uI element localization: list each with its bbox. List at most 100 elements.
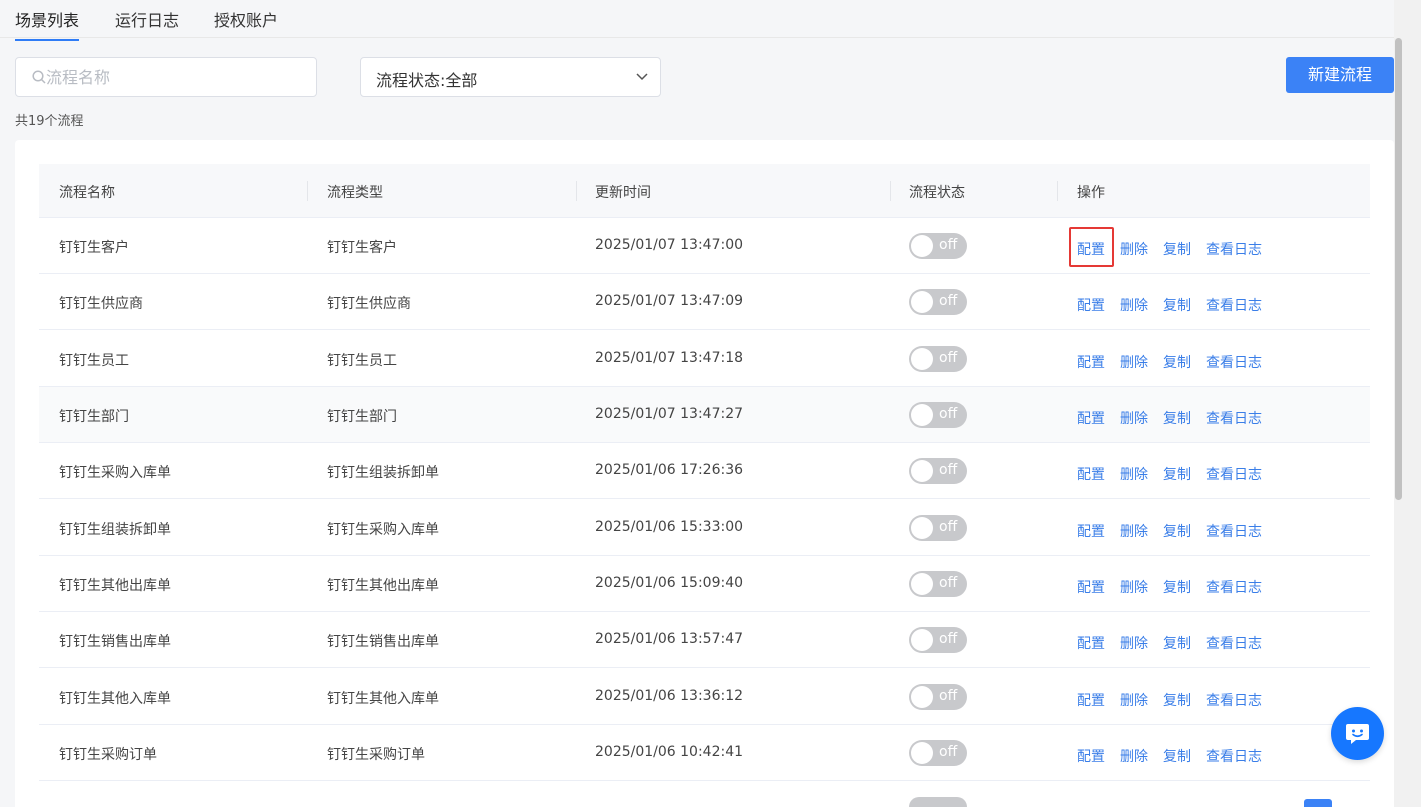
status-filter-label: 流程状态: bbox=[376, 71, 446, 90]
configure-link[interactable]: 配置 bbox=[1077, 577, 1105, 597]
cell-updated-time: 2025/01/06 15:09:40 bbox=[595, 575, 744, 591]
toggle-label: off bbox=[939, 519, 958, 535]
view-log-link[interactable]: 查看日志 bbox=[1206, 633, 1262, 653]
status-toggle[interactable]: off bbox=[909, 289, 967, 315]
tab-authorized-accounts[interactable]: 授权账户 bbox=[214, 7, 278, 39]
view-log-link[interactable]: 查看日志 bbox=[1206, 521, 1262, 541]
header-divider bbox=[890, 181, 891, 201]
table-row: 钉钉生其他入库单 钉钉生其他入库单 2025/01/06 13:36:12 off 配置… bbox=[39, 669, 1370, 725]
view-log-link[interactable]: 查看日志 bbox=[1206, 239, 1262, 259]
toggle-label: off bbox=[939, 293, 958, 309]
table-row: 钉钉生部门 钉钉生部门 2025/01/07 13:47:27 off 配置 删除 复制 查看… bbox=[39, 387, 1370, 443]
status-toggle[interactable]: off bbox=[909, 402, 967, 428]
view-log-link[interactable]: 查看日志 bbox=[1206, 577, 1262, 597]
chevron-down-icon bbox=[636, 73, 648, 81]
copy-link[interactable]: 复制 bbox=[1163, 577, 1191, 597]
cell-updated-time: 2025/01/06 13:36:12 bbox=[595, 688, 744, 704]
tab-run-log[interactable]: 运行日志 bbox=[115, 7, 179, 39]
toggle-knob bbox=[911, 573, 933, 595]
toggle-switch[interactable] bbox=[909, 797, 967, 807]
copy-link[interactable]: 复制 bbox=[1163, 464, 1191, 484]
status-toggle[interactable]: off bbox=[909, 740, 967, 766]
toggle-knob bbox=[911, 460, 933, 482]
tab-scene-list[interactable]: 场景列表 bbox=[15, 7, 80, 41]
table-row: 钉钉生采购入库单 钉钉生组装拆卸单 2025/01/06 17:26:36 off 配置… bbox=[39, 443, 1370, 499]
status-filter-value: 流程状态:全部 bbox=[376, 67, 477, 91]
cell-updated-time: 2025/01/06 10:42:41 bbox=[595, 744, 744, 760]
delete-link[interactable]: 删除 bbox=[1120, 352, 1148, 372]
configure-link[interactable]: 配置 bbox=[1077, 408, 1105, 428]
cell-flow-name: 钉钉生客户 bbox=[59, 240, 129, 256]
chat-support-button[interactable] bbox=[1331, 707, 1384, 760]
scrollbar-thumb[interactable] bbox=[1395, 38, 1402, 500]
cell-updated-time: 2025/01/06 13:57:47 bbox=[595, 631, 744, 647]
view-log-link[interactable]: 查看日志 bbox=[1206, 295, 1262, 315]
configure-link[interactable]: 配置 bbox=[1077, 633, 1105, 653]
copy-link[interactable]: 复制 bbox=[1163, 239, 1191, 259]
status-filter-select[interactable]: 流程状态:全部 bbox=[360, 57, 661, 97]
status-toggle[interactable]: off bbox=[909, 346, 967, 372]
toggle-label: off bbox=[939, 462, 958, 478]
delete-link[interactable]: 删除 bbox=[1120, 239, 1148, 259]
status-toggle[interactable]: off bbox=[909, 627, 967, 653]
copy-link[interactable]: 复制 bbox=[1163, 408, 1191, 428]
status-toggle[interactable]: off bbox=[909, 515, 967, 541]
delete-link[interactable]: 删除 bbox=[1120, 521, 1148, 541]
copy-link[interactable]: 复制 bbox=[1163, 352, 1191, 372]
cell-flow-type: 钉钉生客户 bbox=[327, 240, 397, 256]
delete-link[interactable]: 删除 bbox=[1120, 633, 1148, 653]
toggle-knob bbox=[911, 742, 933, 764]
view-log-link[interactable]: 查看日志 bbox=[1206, 746, 1262, 766]
cell-flow-name: 钉钉生销售出库单 bbox=[59, 634, 171, 650]
copy-link[interactable]: 复制 bbox=[1163, 521, 1191, 541]
toggle-label: off bbox=[939, 744, 958, 760]
new-flow-button[interactable]: 新建流程 bbox=[1286, 57, 1394, 93]
pagination-button[interactable] bbox=[1304, 799, 1332, 807]
view-log-link[interactable]: 查看日志 bbox=[1206, 408, 1262, 428]
cell-flow-name: 钉钉生其他入库单 bbox=[59, 691, 171, 707]
cell-flow-name: 钉钉生组装拆卸单 bbox=[59, 522, 171, 538]
delete-link[interactable]: 删除 bbox=[1120, 690, 1148, 710]
toggle-knob bbox=[911, 348, 933, 370]
table-row: 钉钉生供应商 钉钉生供应商 2025/01/07 13:47:09 off 配置 删除 复制… bbox=[39, 274, 1370, 330]
view-log-link[interactable]: 查看日志 bbox=[1206, 352, 1262, 372]
delete-link[interactable]: 删除 bbox=[1120, 746, 1148, 766]
cell-updated-time: 2025/01/07 13:47:18 bbox=[595, 350, 744, 366]
copy-link[interactable]: 复制 bbox=[1163, 690, 1191, 710]
status-toggle[interactable]: off bbox=[909, 458, 967, 484]
configure-link[interactable]: 配置 bbox=[1077, 690, 1105, 710]
configure-link[interactable]: 配置 bbox=[1077, 521, 1105, 541]
status-toggle[interactable]: off bbox=[909, 233, 967, 259]
view-log-link[interactable]: 查看日志 bbox=[1206, 464, 1262, 484]
search-input[interactable] bbox=[46, 66, 306, 88]
toggle-label: off bbox=[939, 688, 958, 704]
delete-link[interactable]: 删除 bbox=[1120, 577, 1148, 597]
status-toggle[interactable]: off bbox=[909, 684, 967, 710]
toggle-label: off bbox=[939, 631, 958, 647]
header-actions: 操作 bbox=[1077, 185, 1105, 201]
copy-link[interactable]: 复制 bbox=[1163, 295, 1191, 315]
status-toggle[interactable]: off bbox=[909, 571, 967, 597]
toggle-knob bbox=[911, 404, 933, 426]
header-updated-time: 更新时间 bbox=[595, 185, 651, 201]
cell-flow-name: 钉钉生员工 bbox=[59, 353, 129, 369]
toggle-knob bbox=[911, 629, 933, 651]
configure-link[interactable]: 配置 bbox=[1077, 352, 1105, 372]
cell-flow-name: 钉钉生其他出库单 bbox=[59, 578, 171, 594]
copy-link[interactable]: 复制 bbox=[1163, 746, 1191, 766]
delete-link[interactable]: 删除 bbox=[1120, 295, 1148, 315]
configure-link[interactable]: 配置 bbox=[1077, 464, 1105, 484]
delete-link[interactable]: 删除 bbox=[1120, 408, 1148, 428]
view-log-link[interactable]: 查看日志 bbox=[1206, 690, 1262, 710]
cell-flow-name: 钉钉生采购入库单 bbox=[59, 465, 171, 481]
cell-flow-type: 钉钉生销售出库单 bbox=[327, 634, 439, 650]
configure-link[interactable]: 配置 bbox=[1077, 746, 1105, 766]
copy-link[interactable]: 复制 bbox=[1163, 633, 1191, 653]
delete-link[interactable]: 删除 bbox=[1120, 464, 1148, 484]
table-header: 流程名称 流程类型 更新时间 流程状态 操作 bbox=[39, 164, 1370, 218]
header-flow-status: 流程状态 bbox=[909, 185, 965, 201]
table-row: 钉钉生组装拆卸单 钉钉生采购入库单 2025/01/06 15:33:00 off 配置… bbox=[39, 500, 1370, 556]
toggle-knob bbox=[911, 686, 933, 708]
configure-link[interactable]: 配置 bbox=[1077, 295, 1105, 315]
header-divider bbox=[1057, 181, 1058, 201]
